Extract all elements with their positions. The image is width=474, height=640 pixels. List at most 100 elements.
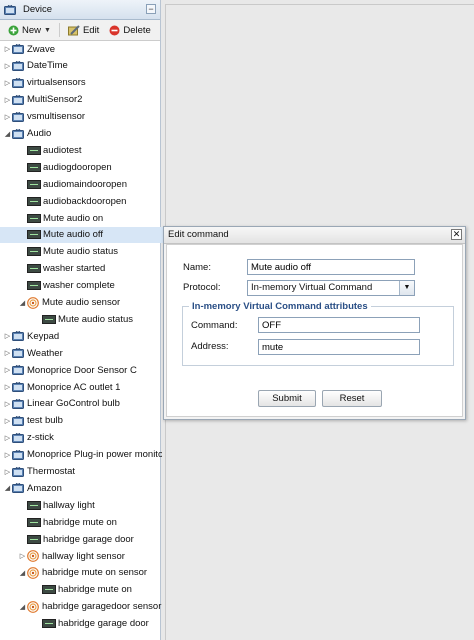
collapse-button[interactable]: − [146, 4, 156, 14]
name-label: Name: [183, 262, 211, 273]
new-button[interactable]: New ▼ [4, 24, 55, 37]
tree-item-label: hallway light sensor [42, 550, 125, 562]
expand-icon[interactable]: ▷ [3, 451, 12, 459]
tree-item[interactable]: ▷ Linear GoControl bulb [0, 396, 162, 412]
tree-item[interactable]: audiogdooropen [0, 159, 177, 175]
delete-icon [109, 25, 120, 35]
tree-item-label: DateTime [27, 60, 68, 72]
sensor-icon [27, 566, 39, 579]
tree-item[interactable]: Mute audio on [0, 210, 177, 226]
tree-item-label: virtualsensors [27, 77, 86, 89]
tree-item-label: Monoprice Door Sensor C [27, 364, 137, 376]
expand-icon[interactable]: ▷ [3, 417, 12, 425]
tree-item-label: hallway light [43, 499, 95, 511]
address-field[interactable] [258, 339, 420, 355]
tree-item[interactable]: ▷ Zwave [0, 41, 162, 57]
protocol-select[interactable]: In-memory Virtual Command ▼ [247, 280, 415, 296]
tree-item[interactable]: audiobackdooropen [0, 193, 177, 209]
new-label: New [22, 24, 42, 36]
terminal-icon [42, 314, 56, 324]
tree-item[interactable]: habridge garage door [0, 531, 177, 547]
tree-item[interactable]: hallway light [0, 497, 177, 513]
tree-item[interactable]: washer started [0, 261, 177, 277]
tv-icon [12, 60, 24, 71]
tree-item[interactable]: ▷ Weather [0, 345, 162, 361]
edit-button[interactable]: Edit [64, 24, 103, 37]
tree-item[interactable]: ▷ Monoprice Plug-in power monitor [0, 447, 162, 463]
tree-item[interactable]: ▷ Monoprice AC outlet 1 [0, 379, 162, 395]
tree-item[interactable]: ▷ z-stick [0, 430, 162, 446]
tree-item-label: washer started [43, 263, 106, 275]
tree-item-label: Mute audio on [43, 212, 104, 224]
tree-item[interactable]: ◢ habridge mute on sensor [0, 565, 177, 581]
tree-item[interactable]: audiomaindooropen [0, 176, 177, 192]
expand-icon[interactable]: ▷ [3, 468, 12, 476]
tree-item[interactable]: ▷ Keypad [0, 328, 162, 344]
expand-icon[interactable]: ▷ [3, 383, 12, 391]
expand-icon[interactable]: ▷ [3, 79, 12, 87]
name-field[interactable] [247, 259, 415, 275]
tree-item[interactable]: ◢ habridge garagedoor sensor [0, 599, 177, 615]
terminal-icon [42, 619, 56, 629]
command-field[interactable] [258, 317, 420, 333]
tree-item[interactable]: Mute audio off [0, 226, 177, 243]
tree-item[interactable]: ◢ Audio [0, 126, 162, 142]
attributes-fieldset: In-memory Virtual Command attributes Com… [182, 301, 454, 366]
delete-label: Delete [123, 24, 151, 36]
terminal-icon [27, 230, 41, 240]
panel-header: Device − [0, 0, 160, 20]
tree-item[interactable]: ▷ virtualsensors [0, 75, 162, 91]
expand-icon[interactable]: ▷ [3, 434, 12, 442]
tv-icon [12, 415, 24, 426]
expand-icon[interactable]: ▷ [3, 349, 12, 357]
submit-button[interactable]: Submit [258, 390, 316, 407]
dialog-title: Edit command [168, 229, 229, 240]
delete-button[interactable]: Delete [105, 24, 154, 37]
tree-item-label: MultiSensor2 [27, 94, 83, 106]
tree-item[interactable]: ▷ DateTime [0, 58, 162, 74]
collapse-icon[interactable]: ◢ [18, 299, 27, 307]
device-panel: Device − New ▼ Edit Delete ▷ Zwave ▷ Dat… [0, 0, 177, 640]
expand-icon[interactable]: ▷ [3, 400, 12, 408]
tree-item[interactable]: habridge mute on [0, 514, 177, 530]
tree-item[interactable]: Mute audio status [0, 244, 177, 260]
tree-item[interactable]: audiotest [0, 142, 177, 158]
expand-icon[interactable]: ▷ [18, 552, 27, 560]
reset-button[interactable]: Reset [322, 390, 382, 407]
dialog-body: Name: Protocol: In-memory Virtual Comman… [166, 244, 463, 417]
tv-icon [12, 128, 24, 139]
tv-icon [12, 348, 24, 359]
dialog-titlebar[interactable]: Edit command ✕ [164, 227, 465, 244]
expand-icon[interactable]: ▷ [3, 113, 12, 121]
tree-item[interactable]: ◢ Mute audio sensor [0, 295, 177, 311]
tree-item-label: Audio [27, 128, 52, 139]
tree-item-label: audiobackdooropen [43, 195, 127, 207]
tree-item[interactable]: washer complete [0, 278, 177, 294]
expand-icon[interactable]: ▷ [3, 62, 12, 70]
expand-icon[interactable]: ▷ [3, 45, 12, 53]
collapse-icon[interactable]: ◢ [18, 569, 27, 577]
tv-icon [12, 365, 24, 376]
tree-item[interactable]: habridge garage door [0, 616, 192, 632]
tree-item[interactable]: ▷ test bulb [0, 413, 162, 429]
close-icon[interactable]: ✕ [451, 229, 462, 240]
expand-icon[interactable]: ▷ [3, 366, 12, 374]
tree-item[interactable]: ▷ vsmultisensor [0, 109, 162, 125]
tree-item[interactable]: ▷ Thermostat [0, 464, 162, 480]
chevron-down-icon: ▼ [44, 26, 51, 34]
collapse-icon[interactable]: ◢ [18, 603, 27, 611]
tree-item[interactable]: ◢ Amazon [0, 480, 162, 496]
collapse-icon[interactable]: ◢ [3, 130, 12, 138]
tree-item[interactable]: ▷ Monoprice Door Sensor C [0, 362, 162, 378]
tree-item[interactable]: ▷ hallway light sensor [0, 548, 177, 564]
panel-title: Device [23, 4, 53, 15]
tree-item[interactable]: habridge mute on [0, 582, 192, 598]
chevron-down-icon[interactable]: ▼ [399, 281, 414, 295]
expand-icon[interactable]: ▷ [3, 96, 12, 104]
tree-item[interactable]: ▷ MultiSensor2 [0, 92, 162, 108]
expand-icon[interactable]: ▷ [3, 332, 12, 340]
collapse-icon[interactable]: ◢ [3, 484, 12, 492]
tree-item-label: habridge mute on [58, 584, 132, 596]
terminal-icon [27, 517, 41, 527]
terminal-icon [27, 534, 41, 544]
